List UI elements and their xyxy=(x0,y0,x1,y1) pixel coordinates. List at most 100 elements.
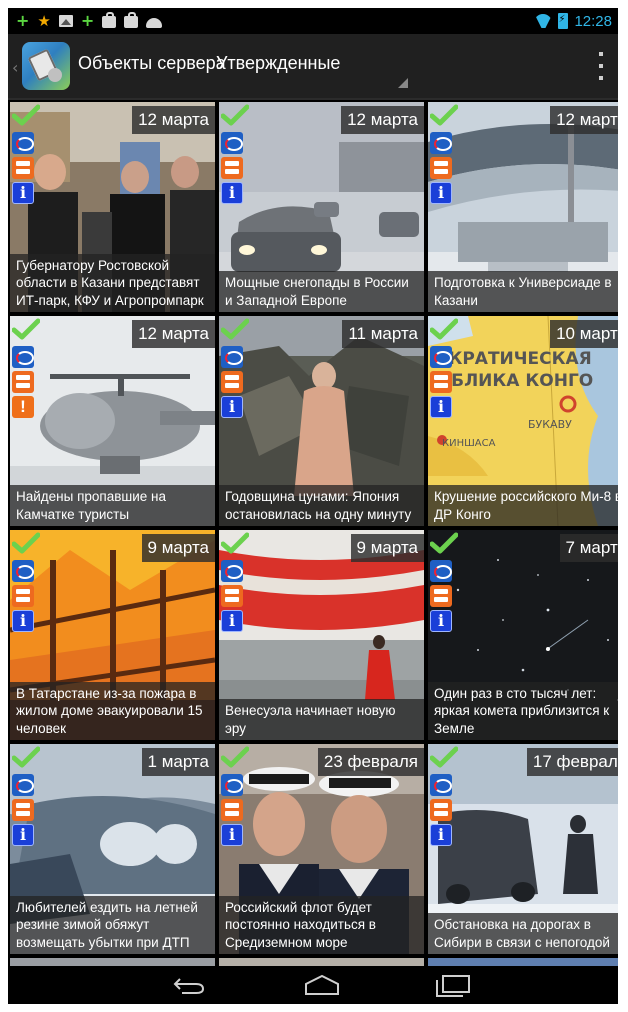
globe-icon xyxy=(430,132,452,154)
wifi-icon xyxy=(534,14,552,28)
road-icon xyxy=(430,371,452,393)
news-tile[interactable]: 12 марта i Подготовка к Универсиаде в Ка… xyxy=(428,102,618,312)
filter-spinner[interactable]: Утвержденные xyxy=(216,53,340,74)
news-caption: Губернатору Ростовской области в Казани … xyxy=(10,253,215,312)
date-badge: 12 марта xyxy=(132,106,215,134)
home-icon[interactable] xyxy=(302,974,342,996)
up-caret-icon[interactable]: ‹ xyxy=(12,58,18,77)
check-icon xyxy=(430,746,458,768)
info-icon: i xyxy=(430,182,452,204)
info-icon: i xyxy=(12,182,34,204)
news-tile[interactable]: 12 марта ! Найдены пропавшие на Камчатке… xyxy=(10,316,215,526)
news-tile-partial[interactable] xyxy=(428,958,618,966)
globe-icon xyxy=(12,560,34,582)
news-caption: Один раз в сто тысяч лет: яркая комета п… xyxy=(428,681,618,740)
news-caption: Подготовка к Универсиаде в Казани xyxy=(428,271,618,312)
check-icon xyxy=(430,532,458,554)
check-icon xyxy=(12,318,40,340)
check-icon xyxy=(12,746,40,768)
info-icon: i xyxy=(12,610,34,632)
news-tile[interactable]: 9 марта i В Татарстане из-за пожара в жи… xyxy=(10,530,215,740)
date-badge: 12 марта xyxy=(132,320,215,348)
picture-icon xyxy=(58,15,73,27)
news-caption: Любителей ездить на летней резине зимой … xyxy=(10,895,215,954)
check-icon xyxy=(430,318,458,340)
check-icon xyxy=(221,746,249,768)
road-icon xyxy=(221,799,243,821)
news-caption: Годовщина цунами: Япония остановилась на… xyxy=(219,485,424,526)
news-tile[interactable]: 12 марта i Мощные снегопады в России и З… xyxy=(219,102,424,312)
bag-icon xyxy=(102,12,117,28)
plus-icon: + xyxy=(80,11,95,30)
date-badge: 9 марта xyxy=(141,534,215,562)
date-badge: 9 марта xyxy=(350,534,424,562)
news-tile[interactable]: 12 марта i Губернатору Ростовской област… xyxy=(10,102,215,312)
info-icon: i xyxy=(221,610,243,632)
news-caption: В Татарстане из-за пожара в жилом доме э… xyxy=(10,681,215,740)
road-icon xyxy=(12,157,34,179)
road-icon xyxy=(12,585,34,607)
notification-icons: + ★ + xyxy=(16,11,163,30)
globe-icon xyxy=(12,132,34,154)
globe-icon xyxy=(221,560,243,582)
info-icon: i xyxy=(12,824,34,846)
overflow-menu-icon[interactable] xyxy=(594,52,608,80)
news-caption: Найдены пропавшие на Камчатке туристы xyxy=(10,485,215,526)
news-tile[interactable]: 23 февраля i Российский флот будет посто… xyxy=(219,744,424,954)
news-caption: Мощные снегопады в России и Западной Евр… xyxy=(219,271,424,312)
check-icon xyxy=(12,532,40,554)
news-tile[interactable]: 7 марта i Один раз в сто тысяч лет: ярка… xyxy=(428,530,618,740)
date-badge: 11 марта xyxy=(342,320,424,348)
date-badge: 12 марта xyxy=(341,106,424,134)
action-bar-title: Объекты сервера xyxy=(78,53,226,73)
news-caption: Венесуэла начинает новую эру xyxy=(219,699,424,740)
globe-icon xyxy=(221,346,243,368)
news-tile-partial[interactable] xyxy=(219,958,424,966)
map-label-city2: КИНШАСА xyxy=(442,438,496,449)
road-icon xyxy=(430,585,452,607)
warning-icon: ! xyxy=(12,396,34,418)
date-badge: 17 февраля xyxy=(526,748,618,776)
plus-icon: + xyxy=(16,11,30,30)
news-tile[interactable]: ОКРАТИЧЕСКАЯ УБЛИКА КОНГО БУКАВУ КИНШАСА… xyxy=(428,316,618,526)
map-label-line2: УБЛИКА КОНГО xyxy=(438,371,593,391)
app-logo-icon[interactable] xyxy=(22,42,70,90)
device-screen: + ★ + 12:28 ‹ Объекты сервера Утвержденн… xyxy=(8,8,618,1004)
road-icon xyxy=(221,157,243,179)
info-icon: i xyxy=(221,824,243,846)
info-icon: i xyxy=(430,610,452,632)
android-icon xyxy=(146,18,163,28)
check-icon xyxy=(221,318,249,340)
check-icon xyxy=(430,104,458,126)
spinner-dropdown-icon[interactable] xyxy=(398,78,408,88)
news-grid: 12 марта i Губернатору Ростовской област… xyxy=(8,100,618,966)
check-icon xyxy=(221,104,249,126)
clock: 12:28 xyxy=(574,12,612,30)
info-icon: i xyxy=(430,824,452,846)
info-icon: i xyxy=(221,396,243,418)
news-tile[interactable]: 11 марта i Годовщина цунами: Япония оста… xyxy=(219,316,424,526)
road-icon xyxy=(12,371,34,393)
news-tile[interactable]: 1 марта i Любителей ездить на летней рез… xyxy=(10,744,215,954)
check-icon xyxy=(12,104,40,126)
system-icons: 12:28 xyxy=(534,11,612,31)
navigation-bar xyxy=(8,966,618,1004)
map-label-line1: ОКРАТИЧЕСКАЯ xyxy=(434,349,592,369)
recent-apps-icon[interactable] xyxy=(434,972,472,998)
news-tile[interactable]: 17 февраля i Обстановка на дорогах в Сиб… xyxy=(428,744,618,954)
date-badge: 7 марта xyxy=(559,534,618,562)
news-caption: Обстановка на дорогах в Сибири в связи с… xyxy=(428,913,618,954)
check-icon xyxy=(221,532,249,554)
news-tile[interactable]: 9 марта i Венесуэла начинает новую эру xyxy=(219,530,424,740)
road-icon xyxy=(430,157,452,179)
road-icon xyxy=(221,585,243,607)
globe-icon xyxy=(430,560,452,582)
globe-icon xyxy=(430,774,452,796)
status-bar: + ★ + 12:28 xyxy=(8,8,618,34)
news-tile-partial[interactable] xyxy=(10,958,215,966)
info-icon: i xyxy=(430,396,452,418)
battery-charging-icon xyxy=(558,13,569,29)
globe-icon xyxy=(12,346,34,368)
action-bar: ‹ Объекты сервера Утвержденные xyxy=(8,34,618,100)
back-icon[interactable] xyxy=(172,975,206,995)
